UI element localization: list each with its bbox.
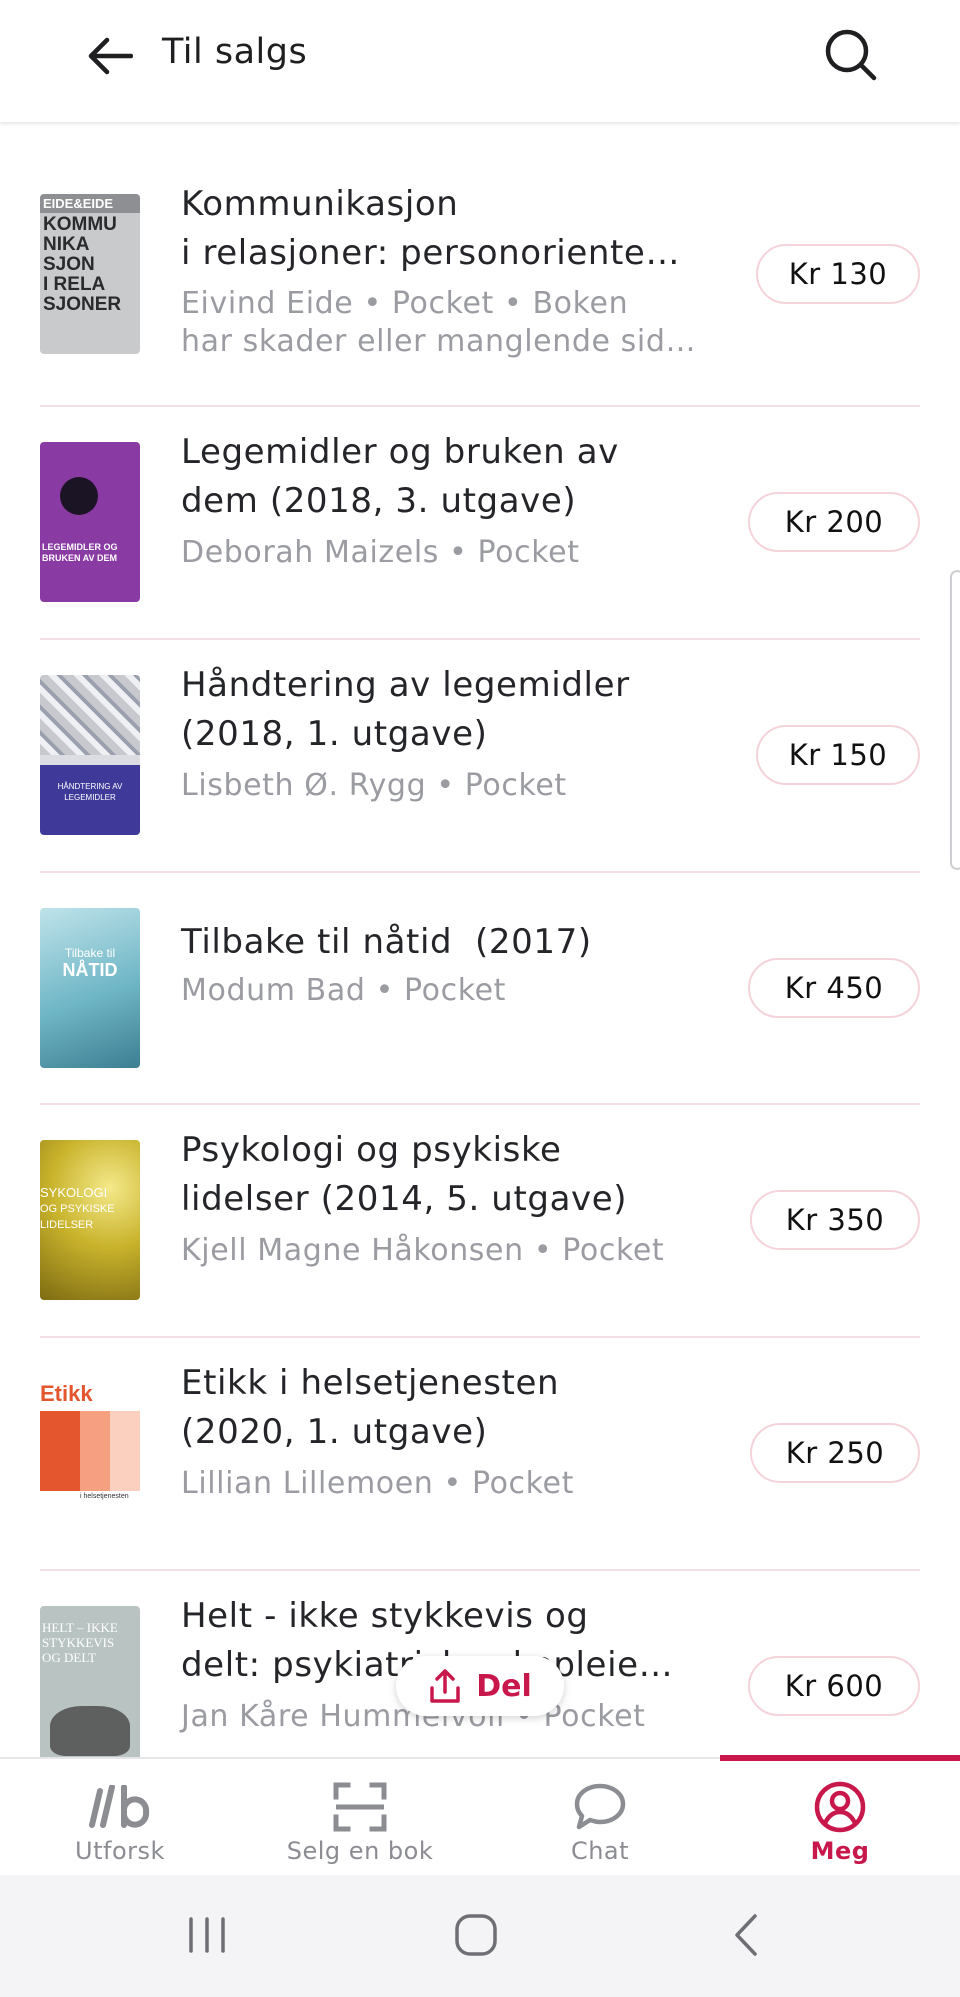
cover-text: Etikk [40, 1381, 93, 1406]
cover-text: NIKA [43, 234, 90, 255]
cover-text: LEGEMIDLER OG [42, 542, 118, 552]
list-item[interactable]: EIDE&EIDE KOMMU NIKA SJON I RELA SJONER … [40, 122, 920, 407]
cover-text: I RELA [43, 274, 106, 295]
book-title: Psykologi og psykiske lidelser (2014, 5.… [181, 1130, 628, 1219]
cover-text: BRUKEN AV DEM [42, 553, 118, 563]
price-badge[interactable]: Kr 200 [748, 492, 920, 552]
chat-bubble-icon [574, 1783, 626, 1830]
home-icon [455, 1914, 497, 1956]
book-title: Håndtering av legemidler (2018, 1. utgav… [181, 665, 630, 754]
book-subtitle: Deborah Maizels • Pocket [181, 535, 580, 570]
cover-text: STYKKEVIS [42, 1635, 115, 1650]
book-title: Kommunikasjon i relasjoner: personorient… [181, 184, 681, 273]
bottom-navigation: Utforsk Selg en bok Chat Meg [0, 1755, 960, 1877]
book-cover: Tilbake til NÅTID [40, 908, 140, 1068]
back-button[interactable] [80, 28, 140, 84]
price-badge[interactable]: Kr 600 [748, 1656, 920, 1716]
cover-text: LEGEMIDLER [64, 793, 116, 802]
book-list: EIDE&EIDE KOMMU NIKA SJON I RELA SJONER … [0, 122, 960, 1757]
top-app-bar: Til salgs [0, 0, 960, 122]
list-item[interactable]: Tilbake til NÅTID Tilbake til nåtid (201… [40, 873, 920, 1105]
home-button[interactable] [436, 1905, 516, 1965]
search-button[interactable] [818, 22, 882, 86]
recents-button[interactable] [167, 1905, 247, 1965]
share-button[interactable]: Del [396, 1656, 564, 1716]
price-badge[interactable]: Kr 250 [750, 1423, 920, 1483]
nav-label: Utforsk [75, 1837, 165, 1865]
cover-text: KOMMU [43, 214, 117, 235]
book-title: Etikk i helsetjenesten (2020, 1. utgave) [181, 1363, 560, 1452]
list-item[interactable]: HÅNDTERING AV LEGEMIDLER Håndtering av l… [40, 640, 920, 873]
back-chevron-icon [735, 1914, 757, 1956]
price-badge[interactable]: Kr 130 [756, 244, 920, 304]
book-subtitle: Lillian Lillemoen • Pocket [181, 1466, 574, 1501]
price-badge[interactable]: Kr 450 [748, 958, 920, 1018]
book-subtitle: Modum Bad • Pocket [181, 973, 507, 1008]
book-title: Tilbake til nåtid (2017) [181, 922, 592, 962]
cover-text: Tilbake til [64, 946, 116, 960]
cover-text: HÅNDTERING AV [57, 782, 123, 791]
price-badge[interactable]: Kr 150 [756, 725, 920, 785]
book-cover: HELT – IKKE STYKKEVIS OG DELT [40, 1606, 140, 1757]
nav-label: Chat [570, 1837, 630, 1865]
user-circle-icon [814, 1781, 866, 1833]
book-subtitle: Kjell Magne Håkonsen • Pocket [181, 1233, 665, 1268]
cover-text: NÅTID [62, 960, 118, 980]
book-title: Legemidler og bruken av dem (2018, 3. ut… [181, 432, 619, 521]
cover-text: SYKOLOGI [40, 1185, 108, 1200]
list-item[interactable]: Etikk i helsetjenesten Etikk i helsetjen… [40, 1338, 920, 1571]
share-label: Del [476, 1668, 532, 1704]
system-navigation-bar [0, 1875, 960, 1997]
arrow-left-icon [88, 37, 133, 75]
lb-logo-icon [89, 1785, 150, 1828]
book-cover: EIDE&EIDE KOMMU NIKA SJON I RELA SJONER [40, 194, 140, 354]
list-item[interactable]: LEGEMIDLER OG BRUKEN AV DEM Legemidler o… [40, 407, 920, 640]
scan-frame-icon [333, 1782, 387, 1832]
cover-text: OG DELT [42, 1650, 97, 1665]
book-subtitle: Lisbeth Ø. Rygg • Pocket [181, 768, 567, 803]
cover-text: OG PSYKISKE [40, 1203, 115, 1215]
search-icon [825, 29, 877, 81]
system-back-button[interactable] [706, 1905, 786, 1965]
book-cover: SYKOLOGI OG PSYKISKE LIDELSER [40, 1140, 140, 1300]
nav-label: Meg [810, 1837, 870, 1865]
scroll-indicator[interactable] [950, 570, 960, 870]
book-cover: LEGEMIDLER OG BRUKEN AV DEM [40, 442, 140, 602]
book-cover: HÅNDTERING AV LEGEMIDLER [40, 675, 140, 835]
cover-text: SJON [43, 254, 95, 275]
cover-text: HELT – IKKE [42, 1620, 118, 1635]
recents-icon [189, 1917, 225, 1953]
nav-chat[interactable]: Chat [480, 1759, 720, 1877]
book-subtitle: Eivind Eide • Pocket • Boken har skader … [181, 286, 697, 359]
nav-label: Selg en bok [286, 1837, 434, 1865]
cover-text: LIDELSER [40, 1219, 94, 1231]
nav-meg[interactable]: Meg [720, 1759, 960, 1877]
nav-selg-en-bok[interactable]: Selg en bok [240, 1759, 480, 1877]
book-cover: Etikk i helsetjenesten [40, 1373, 140, 1533]
cover-text: i helsetjenesten [80, 1493, 129, 1500]
list-item[interactable]: SYKOLOGI OG PSYKISKE LIDELSER Psykologi … [40, 1105, 920, 1338]
share-upload-icon [430, 1669, 460, 1703]
price-badge[interactable]: Kr 350 [750, 1190, 920, 1250]
cover-text: SJONER [43, 294, 122, 315]
page-title: Til salgs [162, 32, 308, 72]
nav-utforsk[interactable]: Utforsk [0, 1759, 240, 1877]
cover-text: EIDE&EIDE [40, 194, 140, 213]
